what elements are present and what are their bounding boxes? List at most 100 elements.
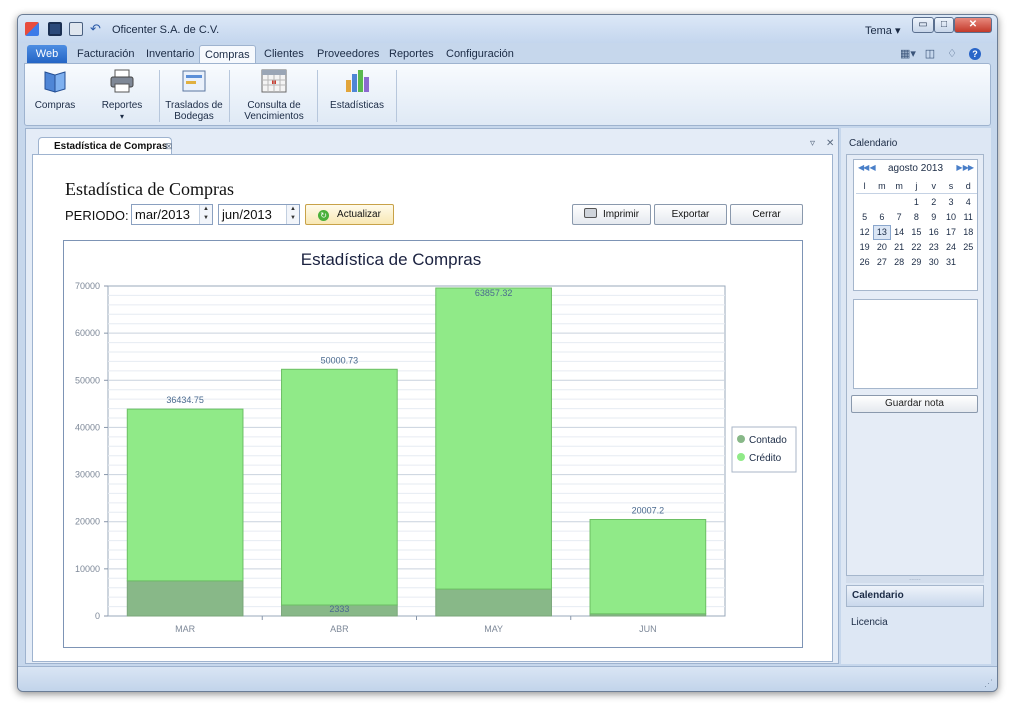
calendar-day[interactable]: 7 [891, 210, 908, 225]
calendar-day[interactable]: 18 [960, 225, 977, 240]
panel-menu-icon[interactable]: ▿ [810, 138, 815, 149]
exportar-button[interactable]: Exportar [654, 204, 727, 225]
bar-chart-icon [343, 68, 371, 94]
tab-facturacion[interactable]: Facturación [72, 45, 139, 64]
calendar-day[interactable]: 13 [873, 225, 891, 240]
calendar-day[interactable]: 16 [925, 225, 942, 240]
calendar-week-row: 26 27 28 29 30 31 [856, 255, 977, 270]
calendar-day[interactable]: 17 [942, 225, 959, 240]
legend-marker-contado [737, 435, 745, 443]
calendar-day[interactable]: 8 [908, 210, 925, 225]
calendar-day[interactable]: 14 [891, 225, 908, 240]
calendar-next-icon[interactable]: ▶ ▶▶ [956, 163, 974, 172]
calendar-day[interactable]: 5 [856, 210, 873, 225]
tema-menu[interactable]: Tema ▾ [865, 24, 900, 37]
side-panel: Calendario ◀◀ ◀ agosto 2013 ▶ ▶▶ lmmjvsd… [841, 128, 991, 664]
panel-splitter[interactable]: ...... [846, 575, 984, 583]
calendar-day[interactable]: 24 [942, 240, 959, 255]
calendar-day[interactable]: 15 [908, 225, 925, 240]
calendar-day[interactable]: 4 [960, 195, 977, 210]
from-period-spinner[interactable]: mar/2013 ▲ ▼ [131, 204, 213, 225]
calendar-day[interactable]: 21 [891, 240, 908, 255]
spinner-arrows-icon[interactable]: ▲ ▼ [199, 205, 212, 224]
guardar-nota-button[interactable]: Guardar nota [851, 395, 978, 413]
bar-credito-may[interactable] [435, 287, 552, 590]
maximize-button[interactable]: □ [934, 17, 954, 33]
calendar-day[interactable]: 31 [942, 255, 959, 270]
reportes-dropdown-icon[interactable]: ▾ [120, 112, 124, 121]
calendar-day[interactable]: 22 [908, 240, 925, 255]
resize-grip-icon[interactable]: ⋰ [984, 678, 993, 689]
reportes-button[interactable]: Reportes ▾ [95, 68, 149, 122]
calendar-week-row: 12 13 14 15 16 17 18 [856, 225, 977, 240]
calendar-day[interactable]: 12 [856, 225, 873, 240]
calendar-day[interactable]: 10 [942, 210, 959, 225]
calendar-day[interactable]: 11 [960, 210, 977, 225]
calendar-day[interactable]: 23 [925, 240, 942, 255]
tab-inventario[interactable]: Inventario [141, 45, 199, 64]
actualizar-button[interactable]: ↻ Actualizar [305, 204, 394, 225]
calendar-day[interactable]: 27 [873, 255, 890, 270]
calendar-day[interactable]: 1 [908, 195, 925, 210]
calendar-day[interactable]: 3 [942, 195, 959, 210]
close-tab-icon[interactable]: ⊠ [165, 138, 173, 155]
calendar-day[interactable]: 28 [891, 255, 908, 270]
calendar-day[interactable]: 20 [873, 240, 890, 255]
nav-licencia[interactable]: Licencia [851, 617, 888, 628]
minimize-ribbon-icon[interactable]: ♢ [946, 48, 958, 60]
tab-estadistica-compras[interactable]: Estadística de Compras ⊠ [38, 137, 173, 155]
bar-credito-jun[interactable] [589, 518, 707, 615]
traslados-bodegas-button[interactable]: Traslados de Bodegas [163, 68, 225, 122]
calendar-day[interactable]: 6 [873, 210, 890, 225]
compras-button[interactable]: Compras [31, 68, 79, 111]
panel-close-icon[interactable]: ✕ [826, 138, 834, 149]
status-bar: ⋰ [18, 666, 997, 691]
tab-compras[interactable]: Compras [199, 45, 256, 64]
save-icon[interactable] [48, 22, 62, 36]
close-window-button[interactable]: ✕ [954, 17, 992, 33]
calendar-weekday-header: v [925, 180, 943, 194]
legend-label-credito: Crédito [749, 453, 782, 464]
purchases-bar-chart: Estadística de Compras 0 10000 20000 30000 4… [75, 250, 797, 634]
bar-contado-mar[interactable] [126, 580, 244, 617]
calendar-day[interactable]: 9 [925, 210, 942, 225]
tab-clientes[interactable]: Clientes [259, 45, 309, 64]
calendar-box: ◀◀ ◀ agosto 2013 ▶ ▶▶ l m m j v s d 1 2 3 4 5 6 7 8 9 10… [846, 154, 984, 576]
y-tick-label: 40000 [75, 422, 100, 432]
document-panel: Estadística de Compras ⊠ ▿ ✕ Estadística… [25, 128, 839, 664]
layout-options-icon[interactable]: ▦▾ [899, 48, 917, 60]
legend-marker-credito [737, 453, 745, 461]
bar-credito-mar[interactable] [126, 408, 244, 582]
note-textarea[interactable] [853, 299, 978, 389]
calendar-day[interactable]: 26 [856, 255, 873, 270]
bar-contado-may[interactable] [435, 588, 552, 617]
to-period-spinner[interactable]: jun/2013 ▲ ▼ [218, 204, 300, 225]
tab-configuracion[interactable]: Configuración [441, 45, 519, 64]
calendar-day[interactable]: 25 [960, 240, 977, 255]
estadisticas-button[interactable]: Estadísticas [325, 68, 389, 111]
minimize-button[interactable]: ▭ [912, 17, 934, 33]
panel-toggle-icon[interactable]: ◫ [924, 48, 936, 60]
spinner-arrows-icon[interactable]: ▲ ▼ [286, 205, 299, 224]
tab-proveedores[interactable]: Proveedores [312, 45, 384, 64]
chart-legend: Contado Crédito [731, 426, 797, 473]
tab-reportes[interactable]: Reportes [384, 45, 439, 64]
help-icon[interactable]: ? [969, 48, 981, 60]
calendar-day[interactable]: 2 [925, 195, 942, 210]
calendar-day[interactable]: 29 [908, 255, 925, 270]
consulta-vencimientos-button[interactable]: Consulta de Vencimientos [238, 68, 310, 122]
nav-calendario[interactable]: Calendario [846, 585, 984, 607]
imprimir-button[interactable]: Imprimir [572, 204, 651, 225]
calendar-day[interactable]: 30 [925, 255, 942, 270]
estadisticas-label: Estadísticas [330, 100, 384, 111]
print-preview-icon[interactable] [69, 22, 83, 36]
calendar-day[interactable]: 19 [856, 240, 873, 255]
tab-web[interactable]: Web [27, 45, 67, 64]
bar-credito-abr[interactable] [281, 368, 398, 606]
cerrar-button[interactable]: Cerrar [730, 204, 803, 225]
warehouse-transfer-icon [180, 68, 208, 94]
undo-icon[interactable]: ↶ [90, 22, 104, 36]
ribbon-tab-strip: Web Facturación Inventario Compras Clien… [24, 44, 991, 64]
traslados-label-line2: Bodegas [174, 111, 214, 122]
consulta-label-line2: Vencimientos [244, 111, 304, 122]
